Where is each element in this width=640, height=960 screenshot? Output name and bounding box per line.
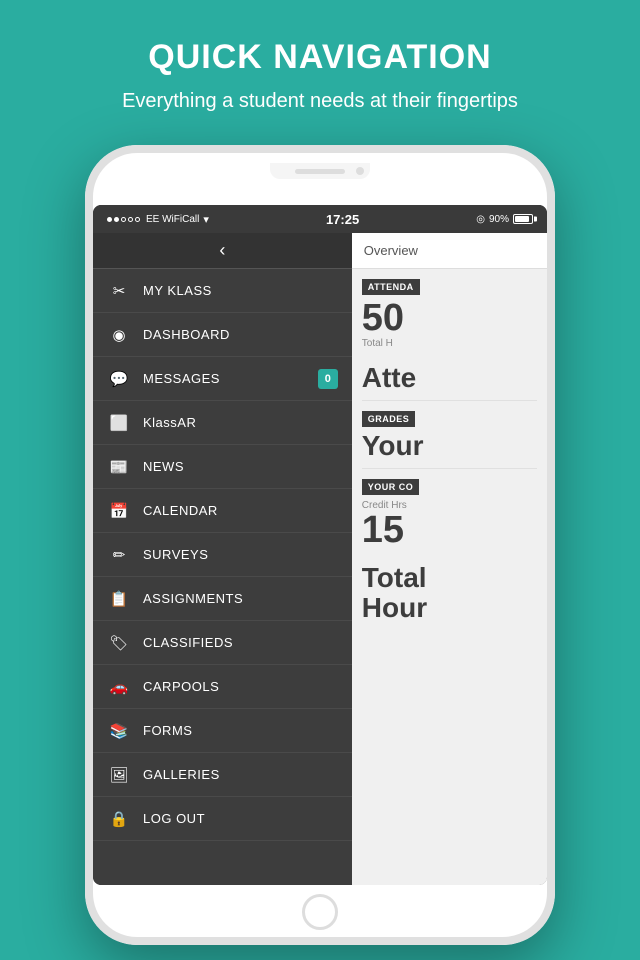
battery-fill — [515, 216, 529, 222]
carpools-label: CARPOOLS — [143, 679, 338, 694]
forms-label: FORMS — [143, 723, 338, 738]
dot2 — [114, 217, 119, 222]
nav-item-messages[interactable]: 💬 MESSAGES0 — [93, 357, 352, 401]
grades-text: Your — [362, 431, 537, 462]
status-time: 17:25 — [326, 212, 359, 227]
nav-item-my-klass[interactable]: ✂ MY KLASS — [93, 269, 352, 313]
attendance-section: ATTENDA 50 Total H — [352, 269, 547, 355]
battery-percent: 90% — [489, 214, 509, 225]
grades-badge: GRADES — [362, 411, 416, 427]
speaker — [295, 169, 345, 174]
nav-item-forms[interactable]: 📚 FORMS — [93, 709, 352, 753]
nav-item-logout[interactable]: 🔒 LOG OUT — [93, 797, 352, 841]
back-row[interactable]: ‹ — [93, 233, 352, 269]
nav-item-surveys[interactable]: ✏ SURVEYS — [93, 533, 352, 577]
location-icon: ◎ — [476, 214, 485, 225]
hour-label: Hour — [362, 593, 537, 624]
news-label: NEWS — [143, 459, 338, 474]
attendance-number: 50 — [362, 299, 537, 337]
nav-item-news[interactable]: 📰 NEWS — [93, 445, 352, 489]
dot4 — [128, 217, 133, 222]
page-title: QUICK NAVIGATION — [60, 38, 580, 77]
status-left: EE WiFiCall ▾ — [107, 213, 209, 226]
battery-icon — [513, 214, 533, 224]
dashboard-icon: ◉ — [107, 323, 131, 347]
courses-section: YOUR CO Credit Hrs 15 — [352, 469, 547, 555]
status-bar: EE WiFiCall ▾ 17:25 ◎ 90% — [93, 205, 547, 233]
galleries-label: GALLERIES — [143, 767, 338, 782]
nav-item-classifieds[interactable]: 🏷 CLASSIFIEDS — [93, 621, 352, 665]
overview-label: Overview — [352, 233, 547, 269]
phone-frame: EE WiFiCall ▾ 17:25 ◎ 90% ‹ ✂ MY KLASS ◉ DA… — [85, 145, 555, 945]
right-panel: Overview ATTENDA 50 Total H Atte GRADES … — [352, 233, 547, 885]
page-subtitle: Everything a student needs at their fing… — [60, 87, 580, 115]
messages-icon: 💬 — [107, 367, 131, 391]
nav-item-carpools[interactable]: 🚗 CARPOOLS — [93, 665, 352, 709]
credit-number: 15 — [362, 511, 537, 549]
carpools-icon: 🚗 — [107, 675, 131, 699]
screen-content: ‹ ✂ MY KLASS ◉ DASHBOARD 💬 MESSAGES0 ⬜ KlassAR 📰… — [93, 233, 547, 885]
front-camera — [356, 167, 364, 175]
back-chevron-icon[interactable]: ‹ — [219, 240, 225, 261]
carrier-text: EE WiFiCall — [146, 214, 199, 225]
total-section: Total Hour — [352, 555, 547, 631]
attendance-sublabel: Total H — [362, 338, 537, 349]
surveys-icon: ✏ — [107, 543, 131, 567]
nav-items-container: ✂ MY KLASS ◉ DASHBOARD 💬 MESSAGES0 ⬜ KlassAR 📰 NE… — [93, 269, 352, 841]
klassar-icon: ⬜ — [107, 411, 131, 435]
news-icon: 📰 — [107, 455, 131, 479]
status-right: ◎ 90% — [476, 214, 533, 225]
top-bar — [270, 163, 370, 179]
attendance-text: Atte — [362, 363, 537, 394]
dot3 — [121, 217, 126, 222]
my-klass-icon: ✂ — [107, 279, 131, 303]
dashboard-label: DASHBOARD — [143, 327, 338, 342]
total-label: Total — [362, 563, 537, 594]
nav-item-calendar[interactable]: 📅 CALENDAR — [93, 489, 352, 533]
assignments-icon: 📋 — [107, 587, 131, 611]
nav-item-galleries[interactable]: 🖼 GALLERIES — [93, 753, 352, 797]
courses-badge: YOUR CO — [362, 479, 420, 495]
nav-item-klassar[interactable]: ⬜ KlassAR — [93, 401, 352, 445]
dot5 — [135, 217, 140, 222]
my-klass-label: MY KLASS — [143, 283, 338, 298]
classifieds-icon: 🏷 — [107, 631, 131, 655]
logout-label: LOG OUT — [143, 811, 338, 826]
attendance-text-section: Atte — [352, 355, 547, 400]
phone-screen: EE WiFiCall ▾ 17:25 ◎ 90% ‹ ✂ MY KLASS ◉ DA… — [93, 205, 547, 885]
logout-icon: 🔒 — [107, 807, 131, 831]
home-button[interactable] — [302, 894, 338, 930]
wifi-icon: ▾ — [203, 213, 209, 226]
messages-badge: 0 — [318, 369, 338, 389]
assignments-label: ASSIGNMENTS — [143, 591, 338, 606]
nav-item-assignments[interactable]: 📋 ASSIGNMENTS — [93, 577, 352, 621]
nav-item-dashboard[interactable]: ◉ DASHBOARD — [93, 313, 352, 357]
calendar-label: CALENDAR — [143, 503, 338, 518]
classifieds-label: CLASSIFIEDS — [143, 635, 338, 650]
dot1 — [107, 217, 112, 222]
grades-section: GRADES Your — [352, 401, 547, 468]
forms-icon: 📚 — [107, 719, 131, 743]
calendar-icon: 📅 — [107, 499, 131, 523]
signal-dots — [107, 217, 140, 222]
surveys-label: SURVEYS — [143, 547, 338, 562]
messages-label: MESSAGES — [143, 371, 318, 386]
galleries-icon: 🖼 — [107, 763, 131, 787]
nav-menu: ‹ ✂ MY KLASS ◉ DASHBOARD 💬 MESSAGES0 ⬜ KlassAR 📰… — [93, 233, 352, 885]
klassar-label: KlassAR — [143, 415, 338, 430]
attendance-badge: ATTENDA — [362, 279, 420, 295]
